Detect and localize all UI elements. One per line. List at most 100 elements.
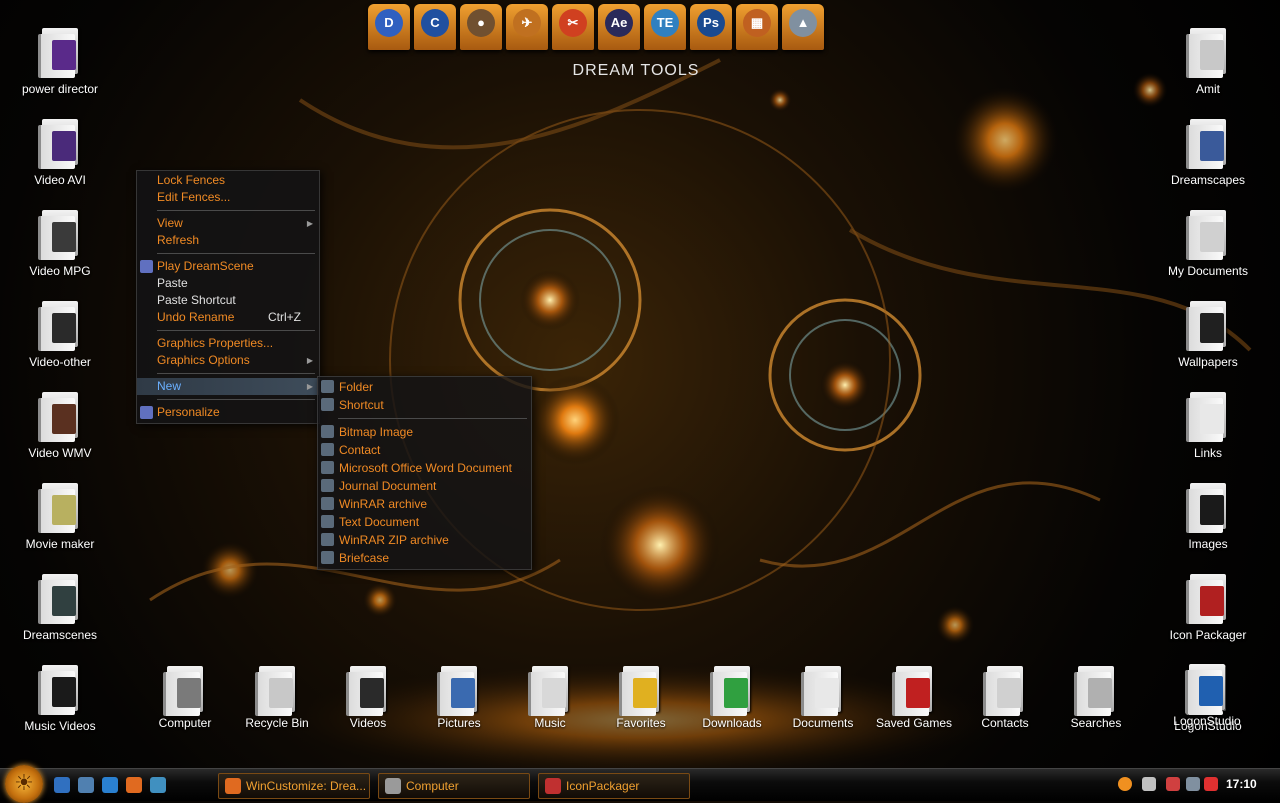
menu-item-label: View bbox=[157, 216, 183, 230]
desktop-icon-saved-games[interactable]: Saved Games bbox=[869, 664, 959, 730]
menu-item-text-document[interactable]: Text Document bbox=[318, 513, 531, 531]
folder-dreamscene-icon bbox=[38, 572, 82, 624]
network-icon[interactable] bbox=[1142, 777, 1156, 791]
desktop-icon-images[interactable]: Images bbox=[1153, 481, 1263, 551]
film-tool-launcher[interactable]: ▦ bbox=[736, 4, 778, 50]
menu-item-bitmap-image[interactable]: Bitmap Image bbox=[318, 423, 531, 441]
desktop-icon-pictures[interactable]: Pictures bbox=[414, 664, 504, 730]
rocket-tool-launcher[interactable]: ✈ bbox=[506, 4, 548, 50]
menu-item-paste-shortcut[interactable]: Paste Shortcut bbox=[137, 292, 319, 309]
menu-separator bbox=[157, 253, 315, 254]
pictures-folder-icon bbox=[437, 664, 481, 716]
dream-tools-label: DREAM TOOLS bbox=[572, 62, 700, 79]
desktop-icon-icon-packager[interactable]: Icon Packager bbox=[1153, 572, 1263, 642]
desktop-icon-label: Music Videos bbox=[24, 719, 96, 733]
word-icon bbox=[321, 461, 334, 474]
menu-item-microsoft-office-word-document[interactable]: Microsoft Office Word Document bbox=[318, 459, 531, 477]
desktop-icon-video-avi[interactable]: Video AVI bbox=[5, 117, 115, 187]
menu-item-graphics-properties[interactable]: Graphics Properties... bbox=[137, 335, 319, 352]
usb-icon[interactable] bbox=[1166, 777, 1180, 791]
desktop-icon-my-documents[interactable]: My Documents bbox=[1153, 208, 1263, 278]
planet-tool-launcher[interactable]: ● bbox=[460, 4, 502, 50]
menu-item-shortcut[interactable]: Shortcut bbox=[318, 396, 531, 414]
connection-icon[interactable] bbox=[1186, 777, 1200, 791]
menu-item-winrar-archive[interactable]: WinRAR archive bbox=[318, 495, 531, 513]
folder-iconpackager-icon bbox=[1186, 572, 1230, 624]
mountain-tool-launcher[interactable]: ▲ bbox=[782, 4, 824, 50]
after-effects-icon: Ae bbox=[605, 9, 633, 37]
desktop-icon-amit[interactable]: Amit bbox=[1153, 26, 1263, 96]
rocket-tool-icon: ✈ bbox=[513, 9, 541, 37]
menu-item-briefcase[interactable]: Briefcase bbox=[318, 549, 531, 567]
desktop-icon-documents[interactable]: Documents bbox=[778, 664, 868, 730]
menu-item-label: Briefcase bbox=[339, 551, 390, 565]
menu-item-paste[interactable]: Paste bbox=[137, 275, 319, 292]
desktop-icon-label: Video AVI bbox=[34, 173, 86, 187]
clapper-tool-launcher[interactable]: ✂ bbox=[552, 4, 594, 50]
switch-windows-icon[interactable] bbox=[78, 777, 94, 793]
menu-item-folder[interactable]: Folder bbox=[318, 378, 531, 396]
taskbar-button-iconpackager[interactable]: IconPackager bbox=[538, 773, 690, 799]
desktop-icon-logonstudio[interactable]: LogonStudio bbox=[1162, 662, 1252, 728]
video-editor-launcher[interactable]: TE bbox=[644, 4, 686, 50]
desktop-icon-dreamscapes[interactable]: Dreamscapes bbox=[1153, 117, 1263, 187]
dreamscene-tool-1-launcher[interactable]: D bbox=[368, 4, 410, 50]
desktop-icon-video-other[interactable]: Video-other bbox=[5, 299, 115, 369]
photoshop-launcher[interactable]: Ps bbox=[690, 4, 732, 50]
menu-item-view[interactable]: View ▶ bbox=[137, 215, 319, 232]
desktop-icon-label: My Documents bbox=[1167, 264, 1249, 278]
menu-item-winrar-zip-archive[interactable]: WinRAR ZIP archive bbox=[318, 531, 531, 549]
menu-item-personalize[interactable]: Personalize bbox=[137, 404, 319, 421]
menu-item-label: Bitmap Image bbox=[339, 425, 414, 439]
desktop-icon-recycle-bin[interactable]: Recycle Bin bbox=[232, 664, 322, 730]
menu-item-contact[interactable]: Contact bbox=[318, 441, 531, 459]
contacts-folder-icon bbox=[983, 664, 1027, 716]
orange-orb-icon[interactable] bbox=[1118, 777, 1132, 791]
menu-item-undo-rename[interactable]: Undo Rename Ctrl+Z bbox=[137, 309, 319, 326]
contact-icon bbox=[321, 443, 334, 456]
taskbar-button-computer[interactable]: Computer bbox=[378, 773, 530, 799]
media-icon[interactable] bbox=[150, 777, 166, 793]
desktop-icon-videos[interactable]: Videos bbox=[323, 664, 413, 730]
desktop-icon-label: Movie maker bbox=[25, 537, 95, 551]
menu-item-label: Text Document bbox=[339, 515, 420, 529]
desktop-icon-downloads[interactable]: Downloads bbox=[687, 664, 777, 730]
computer-icon bbox=[163, 664, 207, 716]
clock[interactable]: 17:10 bbox=[1226, 777, 1257, 791]
dreamscene-tool-2-launcher[interactable]: C bbox=[414, 4, 456, 50]
menu-item-edit-fences[interactable]: Edit Fences... bbox=[137, 189, 319, 206]
menu-item-lock-fences[interactable]: Lock Fences bbox=[137, 172, 319, 189]
desktop-icon-label: Wallpapers bbox=[1178, 355, 1238, 369]
start-button[interactable]: ☀ bbox=[5, 765, 43, 803]
desktop-icon-video-mpg[interactable]: Video MPG bbox=[5, 208, 115, 278]
taskbar-button-wincustomize-drea[interactable]: WinCustomize: Drea... bbox=[218, 773, 370, 799]
menu-item-journal-document[interactable]: Journal Document bbox=[318, 477, 531, 495]
menu-item-new[interactable]: New ▶ bbox=[137, 378, 319, 395]
volume-muted-icon[interactable] bbox=[1204, 777, 1218, 791]
desktop-icon-contacts[interactable]: Contacts bbox=[960, 664, 1050, 730]
desktop-icon-computer[interactable]: Computer bbox=[140, 664, 230, 730]
menu-item-graphics-options[interactable]: Graphics Options ▶ bbox=[137, 352, 319, 369]
desktop-icon-wallpapers[interactable]: Wallpapers bbox=[1153, 299, 1263, 369]
menu-item-label: WinRAR archive bbox=[339, 497, 428, 511]
show-desktop-icon[interactable] bbox=[54, 777, 70, 793]
desktop-icon-music[interactable]: Music bbox=[505, 664, 595, 730]
menu-item-label: Refresh bbox=[157, 233, 200, 247]
desktop-icon-links[interactable]: Links bbox=[1153, 390, 1263, 460]
desktop-icon-favorites[interactable]: Favorites bbox=[596, 664, 686, 730]
desktop-icon-searches[interactable]: Searches bbox=[1051, 664, 1141, 730]
desktop-icon-music-videos[interactable]: Music Videos bbox=[5, 663, 115, 733]
dreamscene-icon bbox=[140, 260, 153, 273]
desktop-icon-movie-maker[interactable]: Movie maker bbox=[5, 481, 115, 551]
personalize-icon bbox=[140, 406, 153, 419]
after-effects-launcher[interactable]: Ae bbox=[598, 4, 640, 50]
desktop-icon-power-director[interactable]: power director bbox=[5, 26, 115, 96]
desktop-icon-dreamscenes[interactable]: Dreamscenes bbox=[5, 572, 115, 642]
internet-explorer-icon[interactable] bbox=[102, 777, 118, 793]
menu-item-refresh[interactable]: Refresh bbox=[137, 232, 319, 249]
bitmap-icon bbox=[321, 425, 334, 438]
menu-item-play-dreamscene[interactable]: Play DreamScene bbox=[137, 258, 319, 275]
firefox-icon[interactable] bbox=[126, 777, 142, 793]
desktop-icon-video-wmv[interactable]: Video WMV bbox=[5, 390, 115, 460]
desktop-icon-label: Video WMV bbox=[28, 446, 92, 460]
